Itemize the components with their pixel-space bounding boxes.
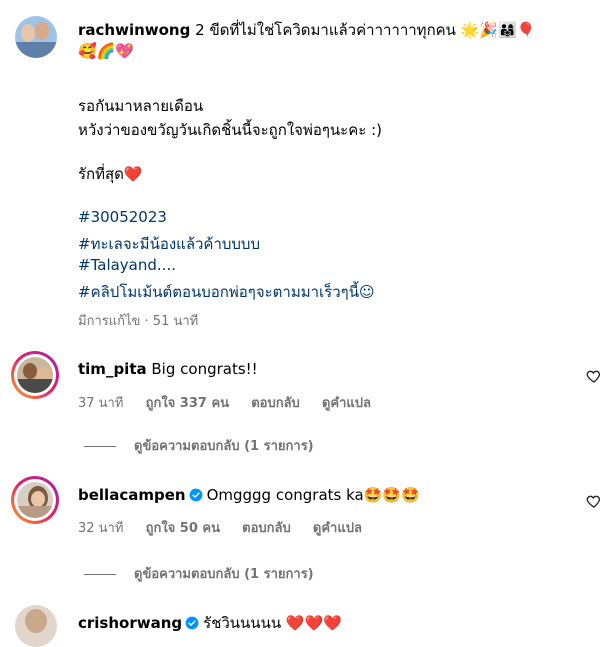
- comment-likes[interactable]: ถูกใจ 50 คน: [146, 521, 220, 536]
- replies-divider: [84, 574, 116, 575]
- comment-time: 37 นาที: [78, 396, 124, 411]
- comment-avatar[interactable]: [15, 605, 57, 647]
- replies-divider: [84, 446, 116, 447]
- caption-username[interactable]: rachwinwong: [78, 21, 190, 39]
- caption-line-2: 🥰🌈💖: [78, 42, 135, 60]
- caption-line-5: รักที่สุด❤️: [78, 165, 143, 183]
- comment-username[interactable]: bellacampen: [78, 486, 186, 504]
- comment-avatar[interactable]: [11, 476, 59, 524]
- comment-username[interactable]: crishorwang: [78, 614, 182, 632]
- translate-button[interactable]: ดูคำแปล: [313, 521, 362, 536]
- hashtag-link[interactable]: #30052023: [78, 208, 167, 226]
- comment-meta: 32 นาที ถูกใจ 50 คน ตอบกลับ ดูคำแปล: [78, 517, 380, 538]
- caption-meta: มีการแก้ไข · 51 นาที: [78, 314, 199, 329]
- caption-line-1: rachwinwong 2 ขีดที่ไม่ใช่โควิดมาแล้วค่า…: [78, 18, 535, 42]
- view-replies-button[interactable]: ดูข้อความตอบกลับ (1 รายการ): [84, 435, 314, 456]
- hashtag-link[interactable]: #Talayand....: [78, 256, 176, 274]
- comment-text: Big congrats!!: [146, 360, 258, 378]
- reply-button[interactable]: ตอบกลับ: [242, 521, 291, 536]
- view-replies-label: ดูข้อความตอบกลับ (1 รายการ): [134, 439, 314, 454]
- comment-likes[interactable]: ถูกใจ 337 คน: [146, 396, 229, 411]
- comment-meta: 37 นาที ถูกใจ 337 คน ตอบกลับ ดูคำแปล: [78, 392, 389, 413]
- like-heart-icon[interactable]: [586, 368, 602, 384]
- comment-body: tim_pita Big congrats!!: [78, 360, 258, 378]
- hashtag-link[interactable]: #คลิปโมเม้นต์ตอนบอกพ่อๆจะตามมาเร็วๆนี้☺: [78, 280, 375, 304]
- caption-avatar[interactable]: [15, 16, 57, 58]
- view-replies-button[interactable]: ดูข้อความตอบกลับ (1 รายการ): [84, 563, 314, 584]
- caption-text-1: 2 ขีดที่ไม่ใช่โควิดมาแล้วค่าาาาาาทุกคน 🌟…: [190, 21, 536, 39]
- comment-body: crishorwang รัชวินนนนน ❤️❤️❤️: [78, 611, 342, 635]
- like-heart-icon[interactable]: [586, 493, 602, 509]
- view-replies-label: ดูข้อความตอบกลับ (1 รายการ): [134, 567, 314, 582]
- caption-line-3: รอกันมาหลายเดือน: [78, 97, 204, 115]
- comment-body: bellacampen Omgggg congrats ka🤩🤩🤩: [78, 486, 420, 504]
- caption-line-4: หวังว่าของขวัญวันเกิดชิ้นนี้จะถูกใจพ่อๆน…: [78, 121, 382, 139]
- comment-time: 32 นาที: [78, 521, 124, 536]
- comment-username[interactable]: tim_pita: [78, 360, 147, 378]
- reply-button[interactable]: ตอบกลับ: [251, 396, 300, 411]
- translate-button[interactable]: ดูคำแปล: [322, 396, 371, 411]
- hashtag-link[interactable]: #ทะเลจะมีน้องแล้วค้าบบบบ: [78, 232, 260, 256]
- comment-text: รัชวินนนนน ❤️❤️❤️: [203, 614, 342, 632]
- verified-badge-icon: [185, 616, 199, 630]
- comment-text: Omgggg congrats ka🤩🤩🤩: [206, 486, 420, 504]
- verified-badge-icon: [189, 488, 202, 502]
- comment-avatar[interactable]: [11, 351, 59, 399]
